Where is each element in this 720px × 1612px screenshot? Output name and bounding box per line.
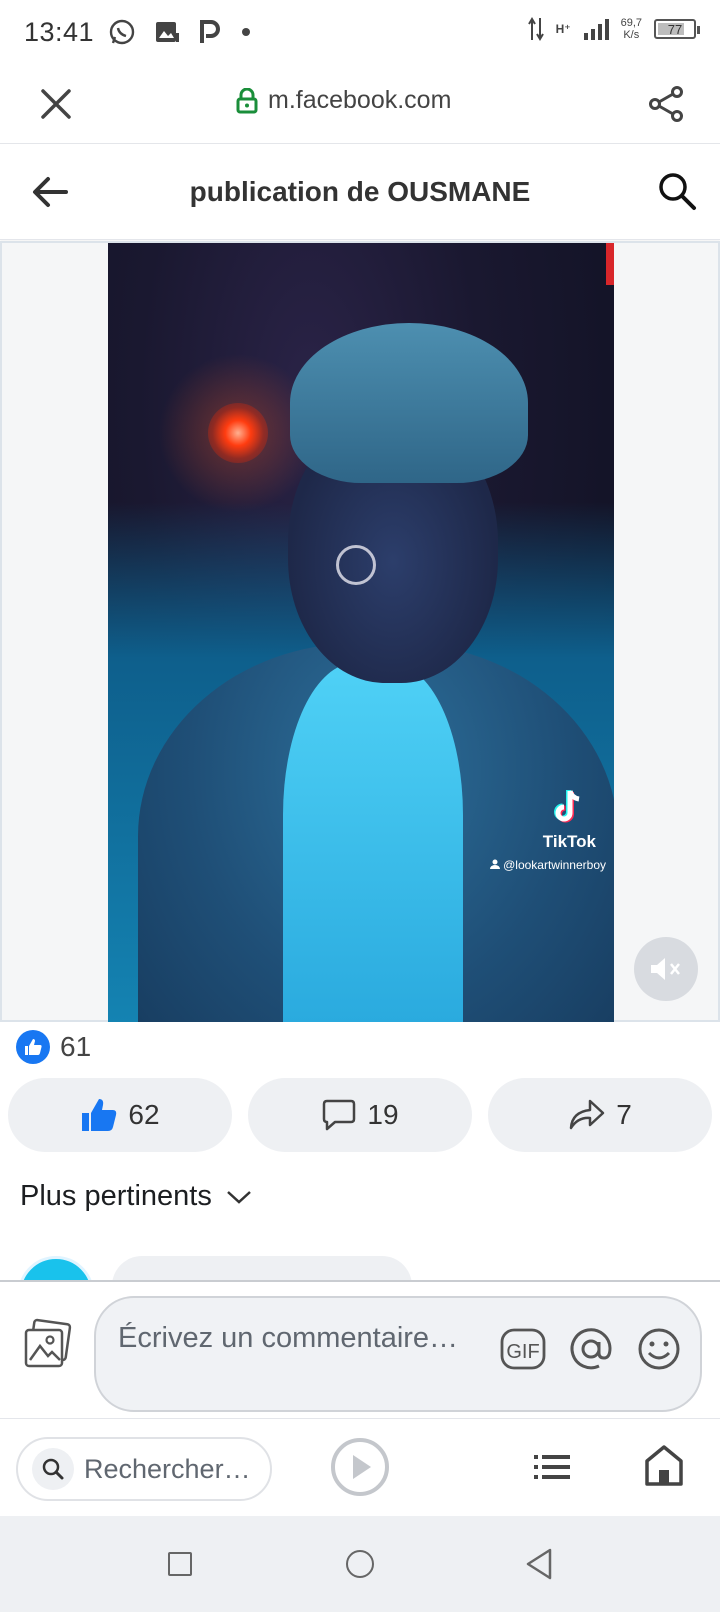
url-text: m.facebook.com	[268, 86, 452, 114]
person-cap	[290, 323, 528, 483]
battery-icon: 77	[654, 19, 700, 39]
more-notifications-dot-icon	[242, 28, 251, 36]
network-speed: 69,7 K/s	[621, 17, 642, 41]
comment-button[interactable]: 19	[248, 1078, 472, 1152]
add-photo-icon[interactable]	[22, 1318, 74, 1370]
search-icon[interactable]	[656, 170, 698, 212]
comment-box-icons: GIF	[498, 1324, 684, 1374]
p-app-icon	[200, 20, 221, 43]
share-arrow-icon	[569, 1099, 605, 1130]
system-navigation-bar	[0, 1516, 720, 1612]
emoji-icon[interactable]	[634, 1324, 684, 1374]
gif-icon-label: GIF	[506, 1341, 539, 1363]
mute-button[interactable]	[634, 937, 698, 1001]
reaction-count: 61	[60, 1031, 92, 1062]
speed-unit: K/s	[623, 29, 640, 41]
search-small-icon	[42, 1458, 64, 1480]
comment-sort-dropdown[interactable]: Plus pertinents	[20, 1180, 252, 1213]
comment-input[interactable]: Écrivez un commentaire… GIF	[94, 1296, 702, 1412]
page-header: publication de OUSMANE	[0, 144, 720, 240]
network-type: H⁺	[555, 22, 571, 36]
like-reaction-icon	[16, 1030, 50, 1064]
speaker-muted-icon	[651, 958, 680, 980]
tiktok-username: @lookartwinnerboy	[489, 858, 606, 872]
thumbs-up-icon	[82, 1099, 117, 1131]
loading-spinner-icon	[336, 545, 376, 585]
play-video-icon[interactable]	[330, 1437, 390, 1497]
browser-bar: m.facebook.com	[0, 64, 720, 144]
share-icon[interactable]	[646, 84, 686, 124]
commenter-avatar[interactable]	[18, 1256, 94, 1280]
gif-icon[interactable]: GIF	[498, 1324, 548, 1374]
comment-placeholder: Écrivez un commentaire…	[118, 1322, 459, 1354]
search-pill-icon	[32, 1448, 74, 1490]
sort-label: Plus pertinents	[20, 1180, 212, 1212]
reactions-summary[interactable]: 61	[16, 1030, 91, 1064]
tiktok-logo-icon	[554, 790, 580, 823]
status-right: H⁺ 69,7 K/s 77	[527, 16, 700, 42]
speed-value: 69,7	[620, 17, 642, 29]
search-input[interactable]: Rechercher…	[16, 1437, 272, 1501]
person-shirt	[283, 663, 463, 1022]
recent-apps-icon[interactable]	[168, 1552, 192, 1576]
status-bar: 13:41 H⁺ 69,7 K/s 77	[0, 0, 720, 64]
tiktok-watermark: TikTok @lookartwinnerboy	[489, 787, 606, 872]
tiktok-username-text: @lookartwinnerboy	[503, 858, 606, 872]
comment-composer: Écrivez un commentaire… GIF	[0, 1280, 720, 1418]
system-back-icon[interactable]	[524, 1546, 554, 1582]
menu-list-icon[interactable]	[532, 1449, 572, 1485]
video-player[interactable]: TikTok @lookartwinnerboy	[108, 243, 614, 1022]
whatsapp-icon	[109, 19, 135, 45]
share-button[interactable]: 7	[488, 1078, 712, 1152]
notification-icons	[108, 18, 252, 46]
search-placeholder: Rechercher…	[84, 1453, 251, 1484]
home-icon[interactable]	[644, 1443, 684, 1487]
home-circle-icon[interactable]	[346, 1550, 374, 1578]
signal-icon	[583, 19, 609, 40]
video-container: TikTok @lookartwinnerboy	[0, 241, 720, 1022]
comment-icon	[323, 1099, 356, 1131]
post-actions: 62 19 7	[8, 1078, 712, 1152]
comment-count: 19	[367, 1099, 399, 1130]
chevron-down-icon	[226, 1190, 251, 1204]
url-bar[interactable]: m.facebook.com	[236, 86, 451, 115]
video-red-edge	[606, 243, 614, 285]
close-icon[interactable]	[36, 84, 76, 124]
user-icon	[489, 859, 500, 869]
data-transfer-icon	[527, 17, 544, 41]
like-button[interactable]: 62	[8, 1078, 232, 1152]
battery-level: 77	[667, 21, 683, 37]
lock-icon	[236, 87, 258, 113]
status-time: 13:41	[24, 16, 95, 47]
share-count: 7	[616, 1099, 632, 1130]
first-comment-partial	[0, 1252, 720, 1280]
comment-bubble[interactable]	[112, 1256, 412, 1280]
mention-icon[interactable]	[566, 1324, 616, 1374]
bottom-navigation: Rechercher…	[0, 1418, 720, 1516]
background-red-light	[208, 403, 268, 463]
like-count: 62	[128, 1099, 160, 1130]
gallery-notification-icon	[156, 22, 180, 42]
tiktok-name: TikTok	[542, 832, 596, 851]
page-title: publication de OUSMANE	[189, 176, 531, 207]
